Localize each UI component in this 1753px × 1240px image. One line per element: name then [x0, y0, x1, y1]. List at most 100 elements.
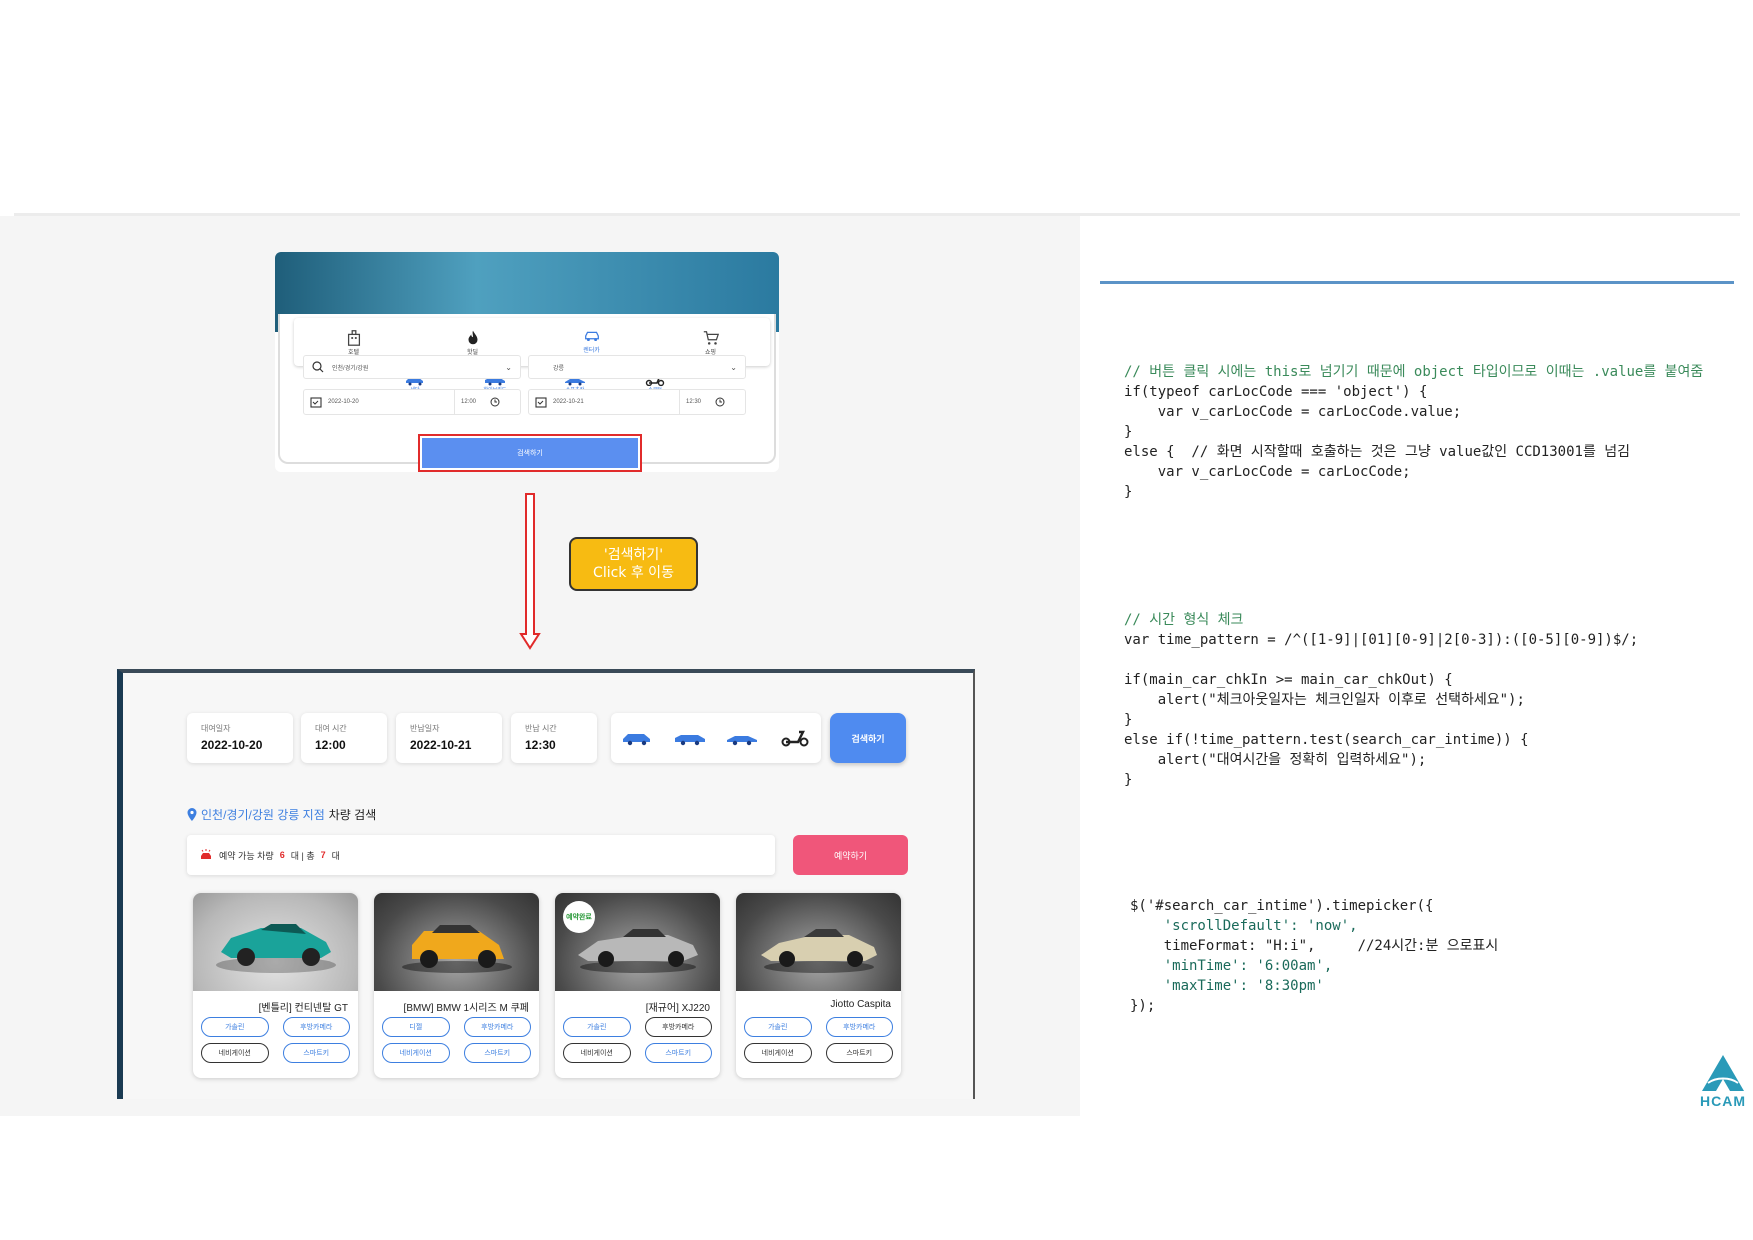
return-time-cell[interactable]: 12:30 [680, 390, 731, 414]
pickup-date-cell[interactable]: 2022-10-20 [304, 390, 454, 414]
clock-icon [490, 397, 500, 407]
code-line: 'minTime': '6:00am', [1130, 958, 1333, 974]
location-heading: 인천/경기/강원 강릉 지점 차량 검색 [187, 806, 376, 823]
code-line: if(main_car_chkIn >= main_car_chkOut) { [1124, 672, 1453, 688]
car-tag: 스마트키 [463, 1043, 531, 1063]
cart-icon [703, 330, 719, 345]
tab-label: 렌터카 [583, 347, 600, 354]
code-line: timeFormat: "H:i", //24시간:분 으로표시 [1130, 938, 1499, 954]
callout-line2: Click 후 이동 [593, 565, 674, 581]
code-block-timepicker: $('#search_car_intime').timepicker({ 'sc… [1130, 876, 1498, 1036]
code-line: } [1124, 712, 1133, 728]
scooter-icon[interactable] [779, 729, 811, 747]
avail-mid: 대 | 총 [290, 850, 315, 861]
car-card-list: [벤틀리] 컨티넨탈 GT 가솔린 후방카메라 네비게이션 스마트키 [BMW]… [193, 893, 901, 1078]
return-date-value: 2022-10-21 [553, 399, 584, 405]
pickup-date-chip[interactable]: 대여일자 2022-10-20 [187, 713, 293, 763]
section-divider [1100, 281, 1734, 284]
pickup-time-chip[interactable]: 대여 시간 12:00 [301, 713, 387, 763]
code-line: if(typeof carLocCode === 'object') { [1124, 384, 1428, 400]
logo-text: HCAM [1700, 1093, 1746, 1109]
code-line: var v_carLocCode = carLocCode.value; [1124, 404, 1462, 420]
clock-icon [715, 397, 725, 407]
car-alert-icon [201, 849, 211, 859]
car-tag: 네비게이션 [201, 1043, 269, 1063]
car-tag: 후방카메라 [825, 1017, 893, 1037]
car-tag: 디젤 [382, 1017, 450, 1037]
car-tag: 스마트키 [282, 1043, 350, 1063]
car-name: Jiotto Caspita [830, 999, 891, 1010]
car-name: [BMW] BMW 1시리즈 M 쿠페 [403, 1003, 529, 1014]
avail-prefix: 예약 가능 차량 [219, 850, 274, 861]
region-select-value: 인천/경기/강원 [332, 365, 369, 372]
rental-results-screenshot: 대여일자 2022-10-20 대여 시간 12:00 반납일자 2022-10… [117, 669, 975, 1099]
callout-line1: '검색하기' [603, 547, 664, 563]
car-tag: 후방카메라 [463, 1017, 531, 1037]
car-card[interactable]: 예약완료 [재규어] XJ220 가솔린 후방카메라 네비게이션 스마트키 [555, 893, 720, 1078]
car-icon [584, 331, 599, 341]
reserved-badge: 예약완료 [563, 901, 595, 933]
tab-shopping[interactable]: 쇼핑 [681, 329, 741, 356]
car-name: [재규어] XJ220 [645, 1003, 710, 1014]
click-callout: '검색하기' Click 후 이동 [569, 537, 698, 591]
tab-rentcar[interactable]: 렌터카 [562, 327, 622, 358]
car-card[interactable]: [벤틀리] 컨티넨탈 GT 가솔린 후방카메라 네비게이션 스마트키 [193, 893, 358, 1078]
code-block-time-check: // 시간 형식 체크 var time_pattern = /^([1-9]|[… [1124, 590, 1638, 810]
availability-bar: 예약 가능 차량 6 대 | 총 7 대 [187, 835, 775, 875]
car-name: [벤틀리] 컨티넨탈 GT [258, 1003, 348, 1014]
pickup-date-value: 2022-10-20 [328, 399, 359, 405]
location-text: 인천/경기/강원 강릉 지점 [201, 808, 325, 822]
search-button-highlighted[interactable]: 검색하기 [418, 434, 642, 472]
car-photo-icon [760, 929, 877, 973]
car-tags: 가솔린 후방카메라 네비게이션 스마트키 [555, 1015, 720, 1065]
calendar-icon [310, 397, 322, 408]
region-select[interactable]: 인천/경기/강원 ⌄ [303, 355, 521, 379]
sportscar-icon[interactable] [726, 729, 758, 747]
car-tag: 스마트키 [825, 1043, 893, 1063]
car-tag: 스마트키 [644, 1043, 712, 1063]
code-line: var v_carLocCode = carLocCode; [1124, 464, 1411, 480]
car-image [374, 893, 539, 991]
chip-label: 대여일자 [201, 724, 231, 733]
code-line: } [1124, 484, 1133, 500]
chip-label: 대여 시간 [315, 724, 347, 733]
car-type-filter [611, 713, 821, 763]
reserve-button[interactable]: 예약하기 [793, 835, 908, 875]
code-line: var time_pattern = /^([1-9]|[01][0-9]|2[… [1124, 632, 1639, 648]
tab-hotel[interactable]: 호텔 [324, 329, 384, 356]
chip-value: 2022-10-21 [410, 738, 472, 752]
pickup-time-cell[interactable]: 12:00 [455, 390, 506, 414]
car-tag: 가솔린 [563, 1017, 631, 1037]
code-line: alert("대여시간을 정확히 입력하세요"); [1124, 752, 1427, 768]
code-line: else { // 화면 시작할때 호출하는 것은 그냥 value값인 CCD… [1124, 444, 1631, 460]
branch-select[interactable]: 강릉 ⌄ [528, 355, 746, 379]
code-line: 'scrollDefault': 'now', [1130, 918, 1358, 934]
return-time-chip[interactable]: 반납 시간 12:30 [511, 713, 597, 763]
code-line: alert("체크아웃일자는 체크인일자 이후로 선택하세요"); [1124, 692, 1525, 708]
search-button[interactable]: 검색하기 [830, 713, 906, 763]
car-tags: 가솔린 후방카메라 네비게이션 스마트키 [193, 1015, 358, 1065]
code-line: } [1124, 424, 1133, 440]
car-tag: 후방카메라 [644, 1017, 712, 1037]
car-card[interactable]: [BMW] BMW 1시리즈 M 쿠페 디젤 후방카메라 네비게이션 스마트키 [374, 893, 539, 1078]
return-datetime-field[interactable]: 2022-10-21 12:30 [528, 389, 746, 415]
search-button-label: 검색하기 [517, 450, 543, 457]
pickup-time-value: 12:00 [461, 399, 477, 405]
car-image [193, 893, 358, 991]
search-icon [312, 361, 324, 373]
car-card[interactable]: Jiotto Caspita 가솔린 후방카메라 네비게이션 스마트키 [736, 893, 901, 1078]
hotel-icon [347, 329, 360, 346]
tab-hotdeal[interactable]: 핫딜 [443, 329, 503, 356]
location-pin-icon [187, 808, 197, 821]
return-date-chip[interactable]: 반납일자 2022-10-21 [396, 713, 502, 763]
chip-value: 2022-10-20 [201, 738, 263, 752]
return-date-cell[interactable]: 2022-10-21 [529, 390, 679, 414]
avail-suffix: 대 [331, 850, 340, 861]
avail-count: 6 [279, 850, 285, 860]
logo-icon [1702, 1055, 1744, 1091]
sedan-icon[interactable] [621, 729, 653, 747]
code-line: // 버튼 클릭 시에는 this로 넘기기 때문에 object 타입이므로 … [1124, 364, 1704, 380]
pickup-datetime-field[interactable]: 2022-10-20 12:00 [303, 389, 521, 415]
hybrid-icon[interactable] [674, 729, 706, 747]
